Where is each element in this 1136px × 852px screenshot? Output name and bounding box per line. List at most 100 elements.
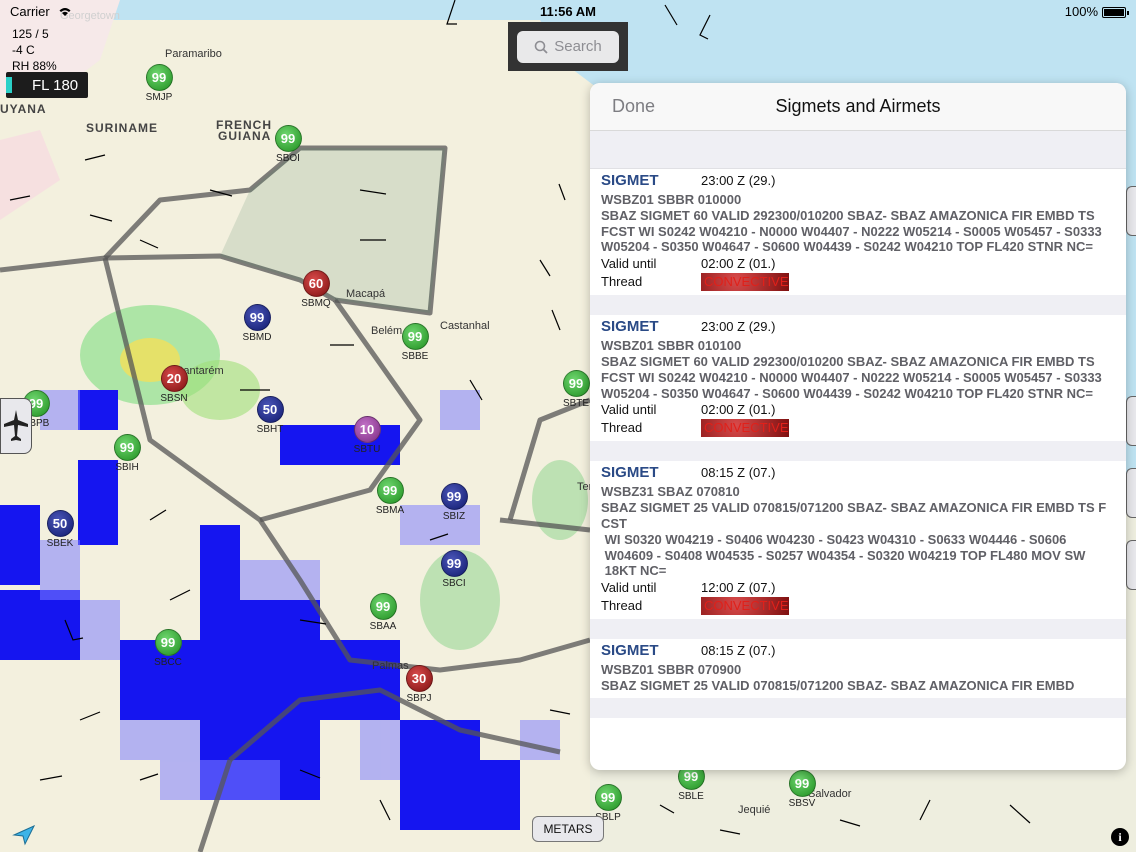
place-label: Belém (371, 325, 403, 337)
station-code: SBAA (369, 621, 397, 632)
right-side-tab-2[interactable] (1126, 396, 1136, 446)
info-button[interactable]: i (1111, 828, 1129, 846)
sigmet-type: SIGMET (601, 642, 659, 660)
station-code: SBOI (276, 153, 300, 164)
thread-row: Thread CONVECTIVE (601, 597, 1116, 616)
station-marker[interactable]: 99 SBAA (367, 593, 399, 632)
station-value: 50 (46, 510, 74, 537)
station-code: SBPJ (406, 693, 432, 704)
sigmet-header: SIGMET 08:15 Z (07.) (601, 642, 1116, 662)
valid-until-label: Valid until (601, 580, 657, 596)
station-value: 99 (113, 434, 141, 461)
station-value: 20 (160, 365, 188, 392)
aircraft-position-button[interactable] (0, 398, 32, 454)
list-separator (590, 441, 1126, 462)
station-marker[interactable]: 99 SBIZ (438, 483, 470, 522)
station-marker[interactable]: 99 SBMD (241, 304, 273, 343)
station-value: 50 (256, 396, 284, 423)
sigmet-text: WSBZ01 SBBR 010100 SBAZ SIGMET 60 VALID … (601, 338, 1102, 401)
station-marker[interactable]: 99 SBMA (374, 477, 406, 516)
station-marker[interactable]: 10 SBTU (351, 416, 383, 455)
valid-until-value: 12:00 Z (07.) (701, 580, 776, 596)
valid-until-value: 02:00 Z (01.) (701, 256, 776, 272)
station-value: 99 (788, 770, 816, 797)
station-code: SBBE (401, 351, 429, 362)
station-value: 10 (353, 416, 381, 443)
search-input[interactable]: Search (517, 30, 619, 63)
panel-header: Done Sigmets and Airmets (590, 83, 1126, 131)
station-marker[interactable]: 99 SBCC (152, 629, 184, 668)
sigmet-type: SIGMET (601, 172, 659, 189)
station-code: SBLE (678, 791, 704, 802)
right-side-tab-3[interactable] (1126, 468, 1136, 518)
station-value: 99 (154, 629, 182, 656)
list-separator (590, 697, 1126, 718)
sigmet-text: WSBZ01 SBBR 070900 SBAZ SIGMET 25 VALID … (601, 662, 1075, 693)
valid-until-value: 02:00 Z (01.) (701, 402, 776, 418)
station-marker[interactable]: 50 SBEK (44, 510, 76, 549)
sigmet-item[interactable]: SIGMET 23:00 Z (29.) WSBZ01 SBBR 010000 SB… (590, 169, 1126, 296)
sigmet-time: 23:00 Z (29.) (701, 173, 776, 188)
wind-readout: 125 / 5 (12, 27, 49, 41)
station-marker[interactable]: 50 SBHT (254, 396, 286, 435)
station-code: SBIZ (442, 511, 466, 522)
flight-level-selector[interactable]: FL 180 (6, 72, 88, 98)
valid-until-row: Valid until 02:00 Z (01.) (601, 401, 1116, 419)
place-label: Paramaribo (165, 48, 222, 60)
carrier-label: Carrier (10, 4, 73, 19)
station-marker[interactable]: 99 SBSV (786, 770, 818, 809)
station-code: SBCI (442, 578, 466, 589)
station-code: SBTE (562, 398, 590, 409)
sigmet-time: 08:15 Z (07.) (701, 643, 776, 659)
search-bar: Search (508, 22, 628, 71)
clock: 11:56 AM (540, 3, 596, 19)
station-marker[interactable]: 99 SBIH (111, 434, 143, 473)
station-code: SBCC (154, 657, 182, 668)
thread-value: CONVECTIVE (701, 597, 789, 616)
metars-button[interactable]: METARS (532, 816, 604, 842)
list-separator (590, 619, 1126, 640)
station-value: 99 (376, 477, 404, 504)
sigmet-item[interactable]: SIGMET 08:15 Z (07.) WSBZ01 SBBR 070900 SB… (590, 639, 1126, 698)
sigmet-header: SIGMET 23:00 Z (29.) (601, 318, 1116, 338)
valid-until-row: Valid until 02:00 Z (01.) (601, 255, 1116, 273)
right-side-tab-4[interactable] (1126, 540, 1136, 590)
station-marker[interactable]: 20 SBSN (158, 365, 190, 404)
station-value: 30 (405, 665, 433, 692)
sigmet-type: SIGMET (601, 318, 659, 336)
station-marker[interactable]: 99 SMJP (143, 64, 175, 103)
sigmet-text: WSBZ31 SBAZ 070810 SBAZ SIGMET 25 VALID … (601, 484, 1107, 579)
station-value: 99 (145, 64, 173, 91)
sigmet-list[interactable]: SIGMET 23:00 Z (29.) WSBZ01 SBBR 010000 SB… (590, 131, 1126, 770)
thread-label: Thread (601, 598, 643, 614)
list-separator (590, 295, 1126, 316)
station-code: SBSV (788, 798, 816, 809)
place-label: SURINAME (86, 121, 159, 135)
station-marker[interactable]: 30 SBPJ (403, 665, 435, 704)
valid-until-row: Valid until 12:00 Z (07.) (601, 579, 1116, 597)
station-code: SBHT (256, 424, 284, 435)
sigmets-panel: Done Sigmets and Airmets SIGMET 23:00 Z (… (590, 83, 1126, 770)
thread-value: CONVECTIVE (701, 419, 789, 438)
station-code: SBMA (375, 505, 405, 516)
status-bar: Carrier 11:56 AM 100% (0, 0, 1136, 22)
station-marker[interactable]: 60 SBMQ (300, 270, 332, 309)
right-side-tab-1[interactable] (1126, 186, 1136, 236)
location-arrow-icon[interactable] (12, 824, 36, 846)
place-label: Castanhal (440, 320, 490, 332)
station-marker[interactable]: 99 SBCI (438, 550, 470, 589)
done-button[interactable]: Done (612, 96, 655, 117)
sigmet-item[interactable]: SIGMET 23:00 Z (29.) WSBZ01 SBBR 010100 SB… (590, 315, 1126, 442)
thread-row: Thread CONVECTIVE (601, 273, 1116, 292)
thread-row: Thread CONVECTIVE (601, 419, 1116, 438)
search-placeholder: Search (554, 38, 602, 55)
station-marker[interactable]: 99 SBTE (560, 370, 592, 409)
station-code: SBMQ (301, 298, 331, 309)
station-marker[interactable]: 99 SBBE (399, 323, 431, 362)
station-value: 99 (401, 323, 429, 350)
station-value: 99 (440, 483, 468, 510)
valid-until-label: Valid until (601, 402, 657, 418)
sigmet-item[interactable]: SIGMET 08:15 Z (07.) WSBZ31 SBAZ 070810 SB… (590, 461, 1126, 620)
station-marker[interactable]: 99 SBOI (272, 125, 304, 164)
weather-readout: 125 / 5 -4 C RH 88% (12, 26, 57, 74)
